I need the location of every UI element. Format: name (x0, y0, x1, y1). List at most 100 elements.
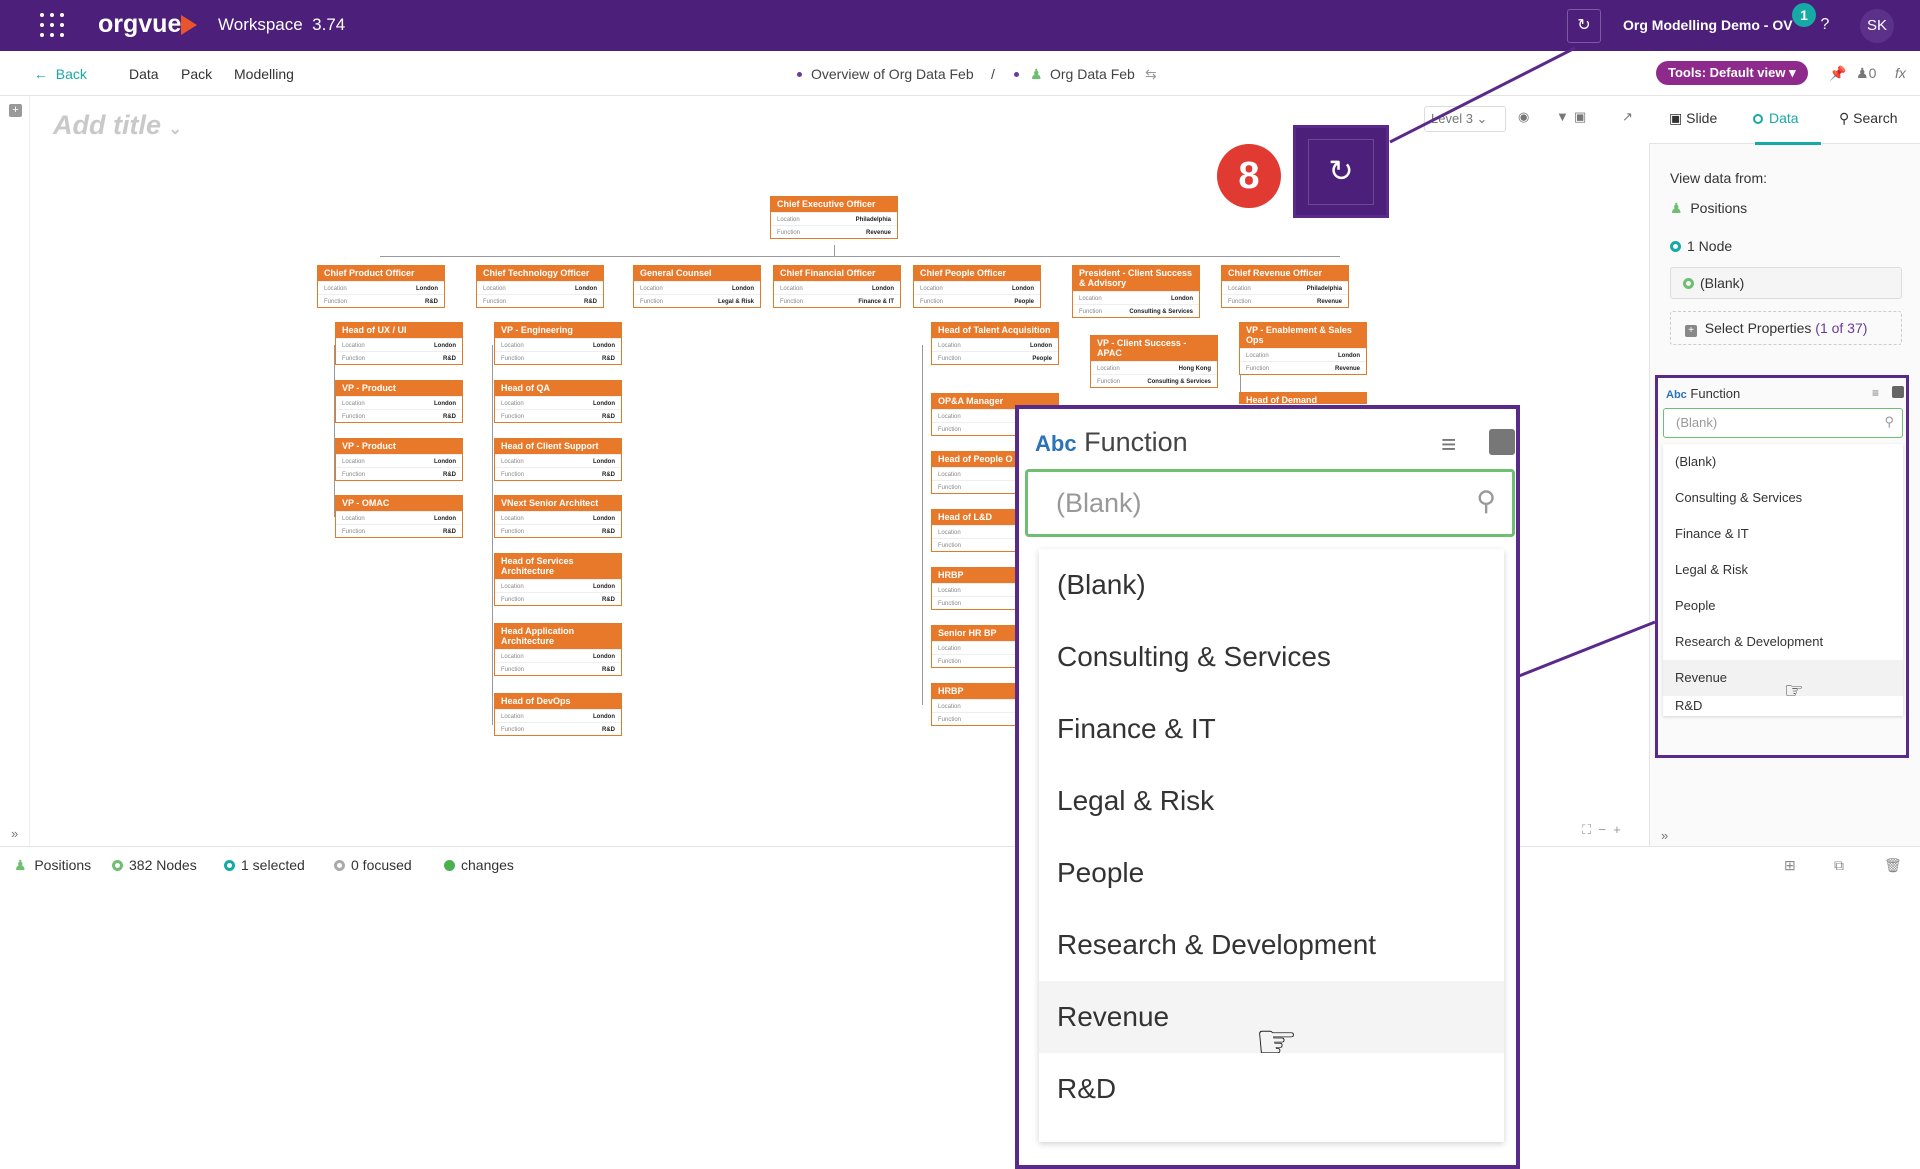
option-rd[interactable]: R&D (1663, 696, 1903, 716)
node-title: Chief Financial Officer (774, 266, 900, 281)
node-title: VP - Engineering (495, 323, 621, 338)
function-search-input[interactable]: (Blank) ⚲ (1663, 408, 1903, 438)
add-icon[interactable]: + (9, 104, 22, 117)
node-icon (1683, 278, 1694, 289)
users-icon[interactable]: ♟0 (1856, 65, 1876, 82)
org-node[interactable]: VP - OMAC Location London Function R&D (335, 495, 463, 538)
pin-icon[interactable]: 📌 (1829, 65, 1846, 82)
org-node[interactable]: Head of Services Architecture Location Lo… (494, 553, 622, 606)
tab-search[interactable]: ⚲ Search (1839, 110, 1898, 127)
org-node[interactable]: President - Client Success & Advisory Lo… (1072, 265, 1200, 318)
option-consulting-services[interactable]: Consulting & Services (1663, 480, 1903, 516)
option-people[interactable]: People (1663, 588, 1903, 624)
node-field-label: Location (501, 516, 524, 522)
node-field-label: Location (938, 588, 961, 594)
add-row-icon[interactable]: ⊞ (1784, 857, 1796, 874)
option-research-development[interactable]: Research & Development (1663, 624, 1903, 660)
node-title: General Counsel (634, 266, 760, 281)
tab-data[interactable]: Data (1753, 110, 1799, 126)
function-filter-panel-zoomed: Abc Function ≡ (Blank) ⚲ (Blank) Consulti… (1015, 405, 1520, 1169)
node-field-label: Function (938, 601, 962, 607)
search-icon: ⚲ (1884, 414, 1894, 429)
org-node[interactable]: VP - Engineering Location London Function… (494, 322, 622, 365)
node-field-label: Location (501, 343, 524, 349)
node-location: Philadelphia (1306, 286, 1342, 292)
clear-filter-icon[interactable]: ≡ (1872, 386, 1879, 400)
hand-cursor-icon: ☞ (1255, 1016, 1299, 1069)
nav-pack[interactable]: Pack (181, 66, 212, 82)
search-icon: ⚲ (1476, 486, 1496, 516)
org-node[interactable]: Head of QA Location London Function R&D (494, 380, 622, 423)
add-title[interactable]: Add title ⌄ (53, 110, 182, 141)
duplicate-icon[interactable]: ⧉ (1834, 857, 1844, 874)
selected-node-box[interactable]: (Blank) (1670, 267, 1902, 299)
node-field-label: Location (920, 286, 943, 292)
status-nodes[interactable]: 382 Nodes (112, 857, 197, 873)
select-properties-button[interactable]: + Select Properties (1 of 37) (1670, 311, 1902, 345)
project-name[interactable]: Org Modelling Demo - OV (1623, 17, 1793, 33)
node-title: VNext Senior Architect (495, 496, 621, 511)
option-blank[interactable]: (Blank) (1663, 444, 1903, 480)
status-selected[interactable]: 1 selected (224, 857, 305, 873)
org-node[interactable]: Head Application Architecture Location Lo… (494, 623, 622, 676)
org-node[interactable]: VP - Client Success - APAC Location Hong … (1090, 335, 1218, 388)
node-field-label: Location (1097, 366, 1120, 372)
node-title: Chief Technology Officer (477, 266, 603, 281)
changes-icon (444, 860, 455, 871)
org-node[interactable]: Chief People Officer Location London Func… (913, 265, 1041, 308)
org-node[interactable]: Chief Financial Officer Location London F… (773, 265, 901, 308)
node-location: London (434, 343, 456, 349)
collapse-icon[interactable] (1892, 386, 1904, 398)
status-positions[interactable]: ♟ Positions (14, 857, 91, 874)
node-field-label: Function (501, 667, 525, 673)
org-node[interactable]: Head of DevOps Location London Function R&… (494, 693, 622, 736)
breadcrumb-org-data[interactable]: Org Data Feb (1050, 66, 1135, 82)
breadcrumb-overview[interactable]: Overview of Org Data Feb (811, 66, 974, 82)
dot-icon (1014, 72, 1019, 77)
org-node[interactable]: VP - Enablement & Sales Ops Location Lond… (1239, 322, 1367, 375)
node-field-label: Location (342, 516, 365, 522)
org-node[interactable]: Head of Client Support Location London Fu… (494, 438, 622, 481)
org-node[interactable]: Head of UX / UI Location London Function R… (335, 322, 463, 365)
org-node[interactable]: Head of Demand (1239, 392, 1367, 404)
refresh-button[interactable]: ↻ (1567, 9, 1601, 43)
export-icon[interactable]: ↗ (1622, 109, 1633, 125)
node-function: R&D (602, 727, 615, 733)
expand-right-icon[interactable]: » (1661, 828, 1668, 843)
breadcrumb-separator: / (991, 66, 995, 82)
tab-slide[interactable]: ▣ Slide (1669, 110, 1717, 127)
option-legal-risk[interactable]: Legal & Risk (1663, 552, 1903, 588)
nav-data[interactable]: Data (129, 66, 159, 82)
status-changes[interactable]: changes (444, 857, 514, 873)
zoom-controls[interactable]: ⛶ − + (1582, 822, 1621, 838)
org-node[interactable]: Chief Technology Officer Location London … (476, 265, 604, 308)
nav-modelling[interactable]: Modelling (234, 66, 294, 82)
node-function: Revenue (1316, 299, 1342, 305)
org-node[interactable]: Chief Product Officer Location London Fun… (317, 265, 445, 308)
node-field-label: Location (938, 343, 961, 349)
back-link[interactable]: ← Back (34, 66, 87, 82)
collapse-icon (1489, 429, 1515, 455)
fx-icon[interactable]: fx (1895, 65, 1906, 81)
tools-dropdown[interactable]: Tools: Default view ▾ (1656, 61, 1808, 85)
status-focused[interactable]: 0 focused (334, 857, 412, 873)
org-node[interactable]: Chief Revenue Officer Location Philadelph… (1221, 265, 1349, 308)
app-grid-icon[interactable] (40, 13, 68, 39)
org-node[interactable]: VP - Product Location London Function R&D (335, 380, 463, 423)
expand-left-icon[interactable]: » (11, 826, 18, 841)
org-node[interactable]: Head of Talent Acquisition Location Londo… (931, 322, 1059, 365)
sync-icon[interactable]: ⇆ (1145, 66, 1157, 83)
org-node[interactable]: VNext Senior Architect Location London Fu… (494, 495, 622, 538)
option-finance-it[interactable]: Finance & IT (1663, 516, 1903, 552)
text-type-icon: Abc (1035, 431, 1077, 456)
delete-icon[interactable]: 🗑 (1884, 857, 1902, 874)
positions-source[interactable]: ♟ Positions (1670, 200, 1747, 217)
orgvue-logo: orgvue (98, 10, 182, 38)
node-field-label: Location (1079, 296, 1102, 302)
org-node[interactable]: Chief Executive Officer Location Philadel… (770, 196, 898, 239)
avatar[interactable]: SK (1860, 9, 1894, 43)
node-field-label: Location (324, 286, 347, 292)
org-node[interactable]: General Counsel Location London Function L… (633, 265, 761, 308)
option-revenue[interactable]: Revenue (1663, 660, 1903, 696)
org-node[interactable]: VP - Product Location London Function R&D (335, 438, 463, 481)
